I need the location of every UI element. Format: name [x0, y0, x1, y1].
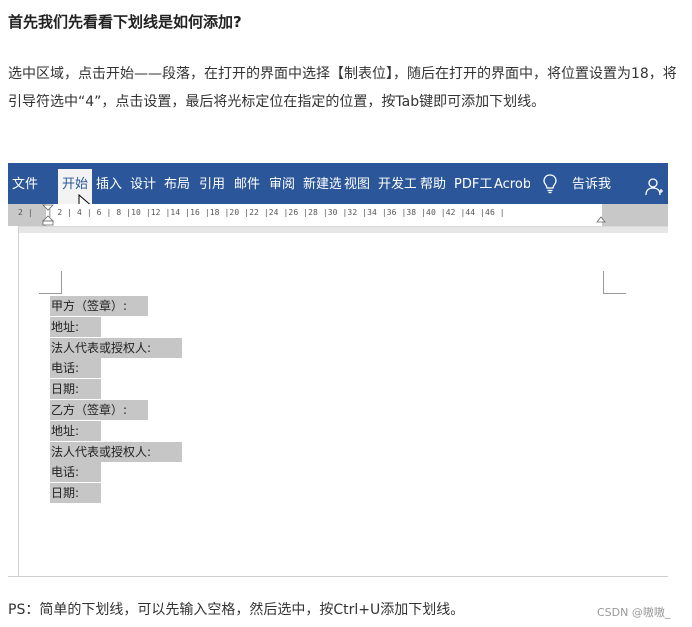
doc-line[interactable]: 法人代表或授权人: [50, 441, 182, 462]
person-icon[interactable] [644, 176, 664, 196]
doc-line[interactable]: 地址: [50, 316, 101, 337]
doc-line[interactable]: 电话: [50, 462, 101, 483]
tab-layout[interactable]: 布局 [164, 163, 194, 204]
tab-new-group[interactable]: 新建选 [303, 163, 341, 204]
doc-line[interactable]: 甲方（签章）: [50, 296, 148, 316]
tab-design[interactable]: 设计 [130, 163, 160, 204]
word-screenshot: 文件 开始 插入 设计 布局 引用 邮件 审阅 新建选 视图 开发工 帮助 PD… [8, 163, 668, 577]
page-corner-marker [603, 271, 626, 294]
tab-acrobat[interactable]: Acrob [494, 163, 530, 204]
ps-note: PS：简单的下划线，可以先输入空格，然后选中，按Ctrl+U添加下划线。 [8, 602, 465, 618]
csdn-watermark: CSDN @嗷嗷_ [597, 606, 671, 619]
ruler-scale: 2 | | 2 | 4 | 6 | 8 |10 |12 |14 |16 |18 … [18, 208, 505, 217]
tab-references[interactable]: 引用 [199, 163, 229, 204]
horizontal-ruler[interactable]: 2 | | 2 | 4 | 6 | 8 |10 |12 |14 |16 |18 … [8, 204, 668, 227]
tab-insert[interactable]: 插入 [96, 163, 126, 204]
vertical-ruler [8, 226, 19, 576]
doc-line[interactable]: 电话: [50, 358, 101, 379]
article-paragraph: 选中区域，点击开始——段落，在打开的界面中选择【制表位】，随后在打开的界面中，将… [8, 66, 677, 110]
doc-line[interactable]: 法人代表或授权人: [50, 337, 182, 358]
tab-help[interactable]: 帮助 [420, 163, 450, 204]
page-corner-marker [39, 271, 62, 294]
tell-me-search[interactable]: 告诉我 [572, 163, 616, 204]
indent-marker-icon[interactable] [42, 204, 54, 226]
ruler-margin-right [602, 204, 668, 226]
tab-pdf-tools[interactable]: PDF工 [454, 163, 492, 204]
doc-line[interactable]: 地址: [50, 420, 101, 441]
doc-line[interactable]: 日期: [50, 483, 101, 504]
article-heading: 首先我们先看看下划线是如何添加? [8, 13, 242, 31]
doc-line[interactable]: 乙方（签章）: [50, 399, 148, 420]
tab-view[interactable]: 视图 [344, 163, 374, 204]
tab-mailings[interactable]: 邮件 [234, 163, 264, 204]
ribbon-tab-bar: 文件 开始 插入 设计 布局 引用 邮件 审阅 新建选 视图 开发工 帮助 PD… [8, 163, 668, 204]
tab-review[interactable]: 审阅 [269, 163, 299, 204]
doc-line[interactable]: 日期: [50, 379, 101, 400]
tab-developer[interactable]: 开发工 [378, 163, 416, 204]
lightbulb-icon[interactable] [543, 174, 557, 194]
right-indent-marker-icon[interactable] [596, 216, 606, 226]
document-page[interactable]: 甲方（签章）: 地址: 法人代表或授权人: 电话: 日期: 乙方（签章）: 地址… [19, 233, 668, 576]
selected-text-block[interactable]: 甲方（签章）: 地址: 法人代表或授权人: 电话: 日期: 乙方（签章）: 地址… [50, 296, 182, 504]
tab-file[interactable]: 文件 [12, 163, 42, 204]
